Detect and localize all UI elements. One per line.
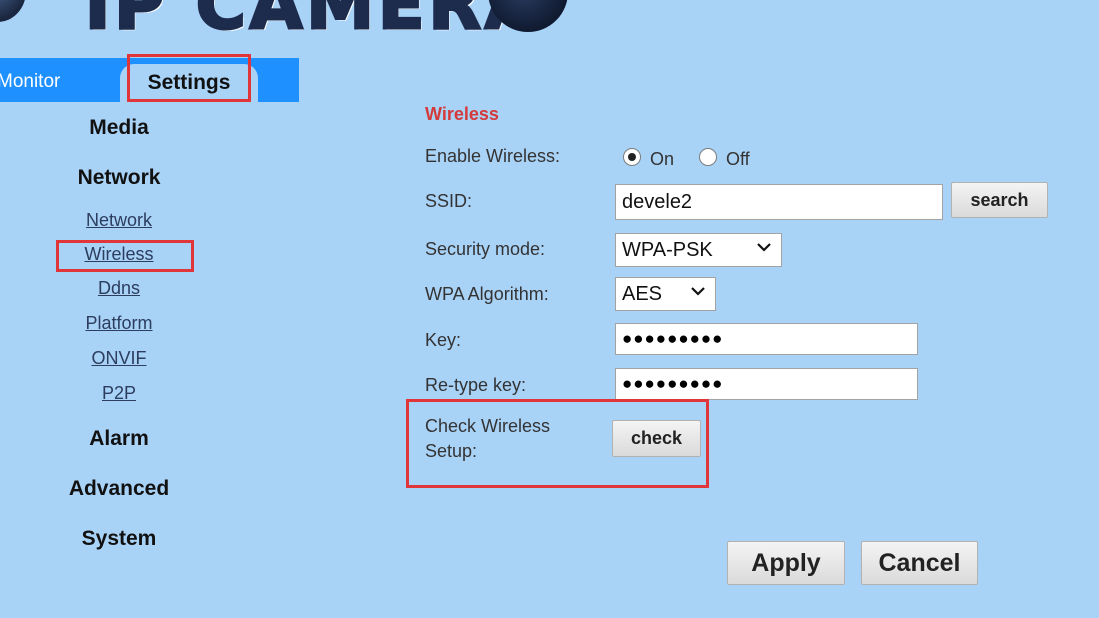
ssid-input[interactable]: devele2 [615,184,943,220]
ssid-label: SSID: [425,191,473,211]
enable-off-label: Off [726,149,750,169]
wpa-algorithm-label: WPA Algorithm: [425,284,549,304]
apply-button[interactable]: Apply [727,541,845,585]
sidebar-item-network[interactable]: Network [0,210,238,231]
highlight-box-wireless-link [56,240,194,272]
main-panel: Wireless Enable Wireless: On Off SSID: d… [299,58,1099,618]
enable-on-label: On [650,149,675,169]
search-button[interactable]: search [951,182,1048,218]
tab-monitor[interactable]: Monitor [0,58,66,102]
cancel-button[interactable]: Cancel [861,541,978,585]
retype-key-input[interactable]: ●●●●●●●●● [615,368,918,400]
highlight-box-check-setup [406,399,709,488]
key-input[interactable]: ●●●●●●●●● [615,323,918,355]
wpa-algorithm-select[interactable]: AES [615,277,716,311]
sidebar-section-media[interactable]: Media [0,116,238,140]
chevron-down-icon [691,287,705,296]
logo-globe-left [0,0,26,22]
header-banner: IP CAMERA [0,0,1099,58]
sidebar-section-system[interactable]: System [0,527,238,551]
sidebar-section-network[interactable]: Network [0,166,238,190]
sidebar-section-advanced[interactable]: Advanced [0,477,238,501]
wpa-algorithm-value: AES [622,283,663,305]
enable-wireless-label: Enable Wireless: [425,146,561,166]
sidebar-item-ddns[interactable]: Ddns [0,278,238,299]
enable-off-radio[interactable] [699,148,717,166]
sidebar: Monitor Settings Media Network Network W… [0,58,299,618]
sidebar-item-p2p[interactable]: P2P [0,383,238,404]
sidebar-item-platform[interactable]: Platform [0,313,238,334]
enable-on-radio[interactable] [623,148,641,166]
chevron-down-icon [757,243,771,252]
section-title: Wireless [425,104,499,124]
security-mode-label: Security mode: [425,239,546,259]
retype-key-label: Re-type key: [425,375,527,395]
sidebar-section-alarm[interactable]: Alarm [0,427,238,451]
key-label: Key: [425,330,462,350]
highlight-box-settings-tab [127,54,251,102]
security-mode-select[interactable]: WPA-PSK [615,233,782,267]
security-mode-value: WPA-PSK [622,239,713,261]
sidebar-item-onvif[interactable]: ONVIF [0,348,238,369]
logo-text: IP CAMERA [83,0,542,47]
